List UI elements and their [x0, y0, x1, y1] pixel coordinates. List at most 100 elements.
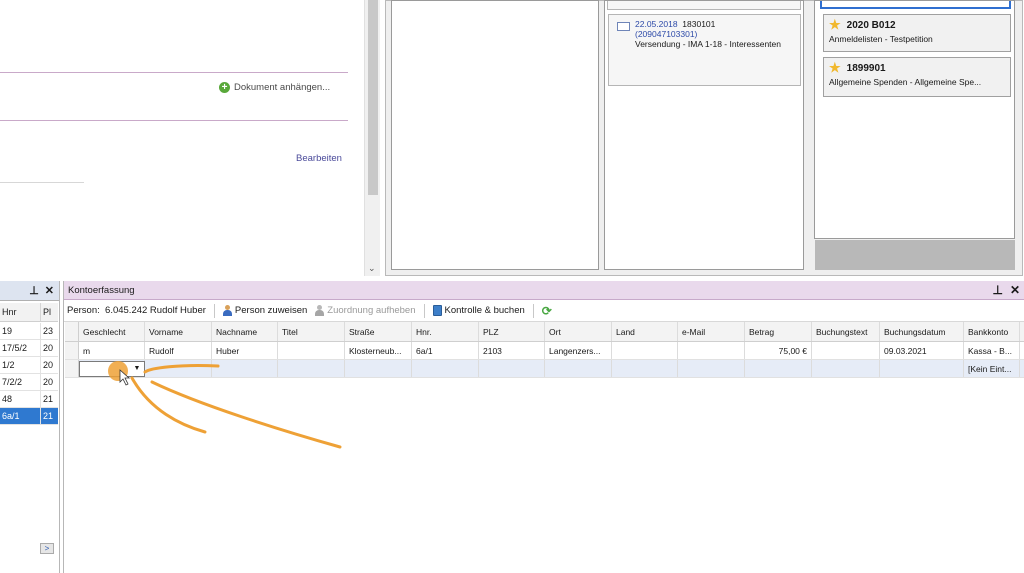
dock-titlebar: ⊥ ✕ [0, 281, 59, 301]
check-and-book-button[interactable]: Kontrolle & buchen [432, 305, 525, 316]
person-icon [222, 305, 232, 316]
message-card[interactable]: 22.05.2018 1830101 (209047103301) Versen… [608, 14, 801, 86]
remove-assignment-label: Zuordnung aufheben [327, 305, 416, 316]
cell-booking-date[interactable]: 09.03.2021 [880, 342, 964, 359]
cell-city[interactable] [545, 360, 612, 377]
cell-plz: 21 [43, 411, 54, 421]
task-title: 2020 B012 [846, 19, 896, 31]
attach-document-link[interactable]: + Dokument anhängen... [219, 82, 330, 93]
gender-dropdown[interactable]: ▼ [79, 361, 145, 377]
cell-title[interactable] [278, 342, 345, 359]
star-icon: ★ [829, 60, 841, 75]
row-header[interactable] [65, 360, 79, 377]
cell-amount[interactable]: 75,00 € [745, 342, 812, 359]
column-header-amount[interactable]: Betrag [745, 322, 812, 341]
table-row[interactable]: 17/5/2 20 [0, 340, 58, 357]
cell-street[interactable] [345, 360, 412, 377]
cell-plz: 21 [43, 394, 54, 404]
column-header-last-name[interactable]: Nachname [212, 322, 278, 341]
column-header-plz[interactable]: Pl [41, 303, 58, 321]
cell-hnr: 1/2 [0, 357, 41, 373]
table-row[interactable]: 19 23 [0, 323, 58, 340]
cell-first-name[interactable] [145, 360, 212, 377]
table-row[interactable]: 1/2 20 [0, 357, 58, 374]
cell-country[interactable] [612, 342, 678, 359]
messages-pane: 22.05.2018 1830101 (209047103301) Versen… [604, 0, 804, 270]
scroll-thumb[interactable] [368, 0, 378, 195]
cell-email[interactable] [678, 360, 745, 377]
cell-house-number[interactable]: 6a/1 [412, 342, 479, 359]
toolbar-separator [423, 303, 425, 318]
row-header[interactable] [65, 322, 79, 341]
cell-email[interactable] [678, 342, 745, 359]
cell-last-name[interactable]: Huber [212, 342, 278, 359]
column-header-first-name[interactable]: Vorname [145, 322, 212, 341]
pin-icon[interactable]: ⊥ [29, 284, 39, 297]
cell-zip[interactable]: 2103 [479, 342, 545, 359]
booking-grid: Geschlecht Vorname Nachname Titel Straße Hnr.… [65, 322, 1024, 378]
task-title: 1899901 [846, 62, 886, 74]
edit-link[interactable]: Bearbeiten [296, 153, 342, 164]
column-header-email[interactable]: e-Mail [678, 322, 745, 341]
column-header-zip[interactable]: PLZ [479, 322, 545, 341]
task-card[interactable]: ★ 1899901 Allgemeine Spenden - Allgemeine… [823, 57, 1011, 97]
table-row-selected[interactable]: 6a/1 21 [0, 408, 58, 425]
cell-zip[interactable] [479, 360, 545, 377]
message-text: Versendung - IMA 1-18 - Interessenten [635, 39, 782, 49]
vertical-scrollbar[interactable]: ⌄ [364, 0, 380, 276]
close-icon[interactable]: ✕ [45, 284, 54, 297]
assign-person-button[interactable]: Person zuweisen [222, 305, 308, 316]
table-row-new[interactable]: [Kein Eint... [65, 360, 1024, 378]
documents-pane [391, 0, 599, 270]
refresh-icon[interactable]: ⟳ [542, 304, 552, 318]
cell-booking-text[interactable] [812, 342, 880, 359]
cell-city[interactable]: Langenzers... [545, 342, 612, 359]
cell-bank-account[interactable]: [Kein Eint... [964, 360, 1020, 377]
column-header-house-number[interactable]: Hnr. [412, 322, 479, 341]
cell-street[interactable]: Klosterneub... [345, 342, 412, 359]
column-header-gender[interactable]: Geschlecht [79, 322, 145, 341]
column-header-bank-account[interactable]: Bankkonto [964, 322, 1020, 341]
cell-booking-text[interactable] [812, 360, 880, 377]
table-row[interactable]: 7/2/2 20 [0, 374, 58, 391]
message-reference: (209047103301) [635, 29, 698, 39]
cell-booking-date[interactable] [880, 360, 964, 377]
pin-icon[interactable]: ⊥ [992, 283, 1002, 297]
column-header-booking-date[interactable]: Buchungsdatum [880, 322, 964, 341]
message-card-partial[interactable] [607, 1, 801, 10]
cell-first-name[interactable]: Rudolf [145, 342, 212, 359]
message-id: 1830101 [682, 19, 716, 29]
assign-person-label: Person zuweisen [234, 305, 308, 316]
cell-hnr: 48 [0, 391, 41, 407]
column-header-booking-text[interactable]: Buchungstext [812, 322, 880, 341]
cell-gender[interactable]: m [79, 342, 145, 359]
divider [0, 120, 348, 121]
message-date: 22.05.2018 [635, 19, 678, 29]
cell-house-number[interactable] [412, 360, 479, 377]
column-header-title[interactable]: Titel [278, 322, 345, 341]
chevron-right-icon[interactable]: > [40, 543, 54, 554]
task-subtitle: Allgemeine Spenden - Allgemeine Spe... [829, 77, 982, 87]
cell-title[interactable] [278, 360, 345, 377]
close-icon[interactable]: ✕ [1010, 283, 1020, 297]
remove-assignment-button[interactable]: Zuordnung aufheben [315, 305, 416, 316]
table-row[interactable]: 48 21 [0, 391, 58, 408]
task-card[interactable]: ★ 2020 B012 Anmeldelisten - Testpetition [823, 14, 1011, 52]
person-icon [315, 305, 325, 316]
cell-bank-account[interactable]: Kassa - B... [964, 342, 1020, 359]
calculator-icon [432, 305, 442, 316]
table-row[interactable]: m Rudolf Huber Klosterneub... 6a/1 2103 Langen… [65, 342, 1024, 360]
column-header-street[interactable]: Straße [345, 322, 412, 341]
column-header-city[interactable]: Ort [545, 322, 612, 341]
divider [0, 72, 348, 73]
row-header[interactable] [65, 342, 79, 359]
chevron-down-icon[interactable]: ⌄ [368, 263, 376, 274]
person-label: Person: 6.045.242 Rudolf Huber [67, 305, 206, 316]
column-header-country[interactable]: Land [612, 322, 678, 341]
cell-amount[interactable] [745, 360, 812, 377]
selected-task-card[interactable] [820, 1, 1011, 9]
cell-country[interactable] [612, 360, 678, 377]
cell-last-name[interactable] [212, 360, 278, 377]
column-header-hnr[interactable]: Hnr [0, 303, 41, 321]
chevron-down-icon[interactable]: ▼ [131, 363, 143, 375]
